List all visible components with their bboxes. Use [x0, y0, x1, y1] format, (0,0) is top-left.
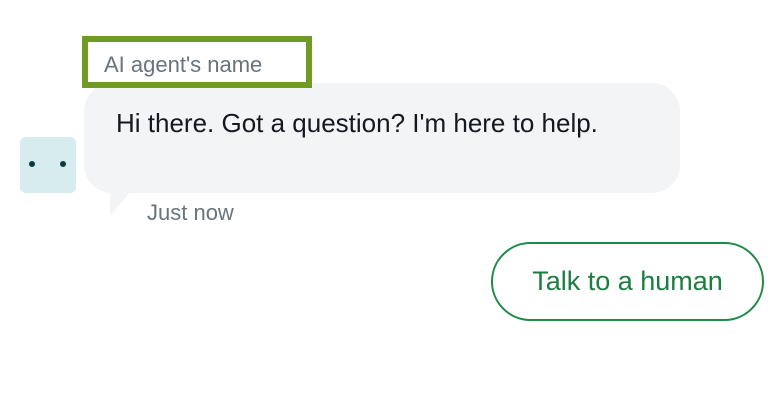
- message-bubble: Hi there. Got a question? I'm here to he…: [84, 83, 680, 193]
- agent-name-highlight: AI agent's name: [82, 36, 312, 88]
- message-text: Hi there. Got a question? I'm here to he…: [116, 108, 598, 138]
- avatar-right-eye: [60, 161, 66, 167]
- avatar-left-eye: [29, 161, 35, 167]
- bot-face-icon: [20, 137, 76, 193]
- agent-name-label: AI agent's name: [104, 52, 263, 77]
- message-timestamp: Just now: [147, 200, 234, 225]
- chat-widget: AI agent's name Hi there. Got a question…: [0, 0, 784, 418]
- message-bubble-tail: [110, 190, 132, 216]
- talk-to-human-button[interactable]: Talk to a human: [491, 242, 764, 321]
